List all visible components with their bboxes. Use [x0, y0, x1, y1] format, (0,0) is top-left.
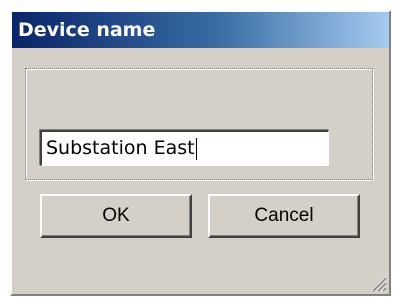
device-name-value: Substation East	[46, 137, 195, 159]
text-caret	[195, 137, 197, 160]
device-name-dialog: Device name Substation East OK Cancel	[10, 10, 391, 296]
device-name-input[interactable]: Substation East	[40, 130, 329, 166]
dialog-title: Device name	[12, 12, 389, 48]
ok-button[interactable]: OK	[40, 194, 192, 238]
size-grip-icon[interactable]	[369, 274, 387, 292]
cancel-button[interactable]: Cancel	[208, 194, 360, 238]
